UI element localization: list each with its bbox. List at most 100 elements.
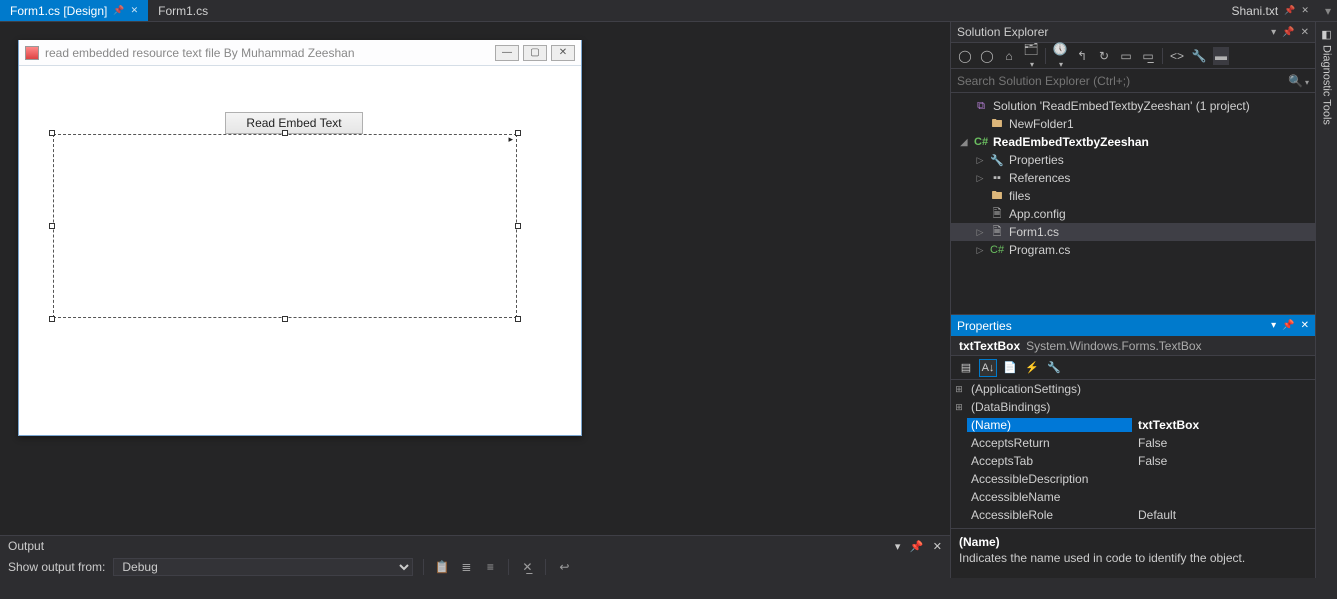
minimize-icon[interactable]: — bbox=[495, 45, 519, 61]
pending-icon[interactable]: 🕔▾ bbox=[1052, 42, 1068, 70]
tree-node[interactable]: 🗎App.config bbox=[951, 205, 1315, 223]
property-value[interactable]: txtTextBox bbox=[1132, 418, 1315, 432]
resize-handle[interactable] bbox=[49, 316, 55, 322]
collapse-icon[interactable]: ▭ bbox=[1118, 49, 1134, 63]
diagnostic-tools-tab[interactable]: Diagnostic Tools bbox=[1321, 45, 1333, 125]
close-icon[interactable]: ✕ bbox=[933, 541, 942, 553]
resize-handle[interactable] bbox=[49, 130, 55, 136]
tree-node[interactable]: ▷🗎Form1.cs bbox=[951, 223, 1315, 241]
sync-icon[interactable]: 🗂▾ bbox=[1023, 42, 1039, 70]
property-pages-icon[interactable]: 📄 bbox=[1001, 359, 1019, 377]
property-row[interactable]: AcceptsTabFalse bbox=[951, 452, 1315, 470]
wrap-icon[interactable]: ↩ bbox=[556, 560, 572, 574]
dropdown-icon[interactable]: ▾ bbox=[1271, 27, 1276, 38]
property-row[interactable]: (Name)txtTextBox bbox=[951, 416, 1315, 434]
categorized-icon[interactable]: ▤ bbox=[957, 359, 975, 377]
textbox-selection[interactable]: ▸ bbox=[49, 130, 521, 322]
tree-node[interactable]: ◢C#ReadEmbedTextbyZeeshan bbox=[951, 133, 1315, 151]
property-row[interactable]: ⊞(DataBindings) bbox=[951, 398, 1315, 416]
node-label: Program.cs bbox=[1009, 243, 1070, 257]
property-row[interactable]: ⊞(ApplicationSettings) bbox=[951, 380, 1315, 398]
property-value[interactable]: Default bbox=[1132, 508, 1315, 522]
pin-icon[interactable]: 📌 bbox=[1282, 27, 1294, 38]
properties-object-selector[interactable]: txtTextBox System.Windows.Forms.TextBox bbox=[951, 336, 1315, 356]
right-tool-strip: ◧ Diagnostic Tools bbox=[1315, 22, 1337, 578]
output-source-select[interactable]: Debug bbox=[113, 558, 413, 576]
expand-icon[interactable]: ▷ bbox=[975, 227, 985, 238]
tree-node[interactable]: ▷🔧Properties bbox=[951, 151, 1315, 169]
tree-node[interactable]: ▷▪▪References bbox=[951, 169, 1315, 187]
resize-handle[interactable] bbox=[49, 223, 55, 229]
cfg-icon: 🗎 bbox=[990, 223, 1004, 242]
home-icon[interactable]: ⌂ bbox=[1001, 49, 1017, 63]
properties-icon[interactable]: 🔧 bbox=[1191, 49, 1207, 63]
search-icon[interactable]: 🔍▾ bbox=[1288, 74, 1309, 88]
tree-node[interactable]: 🖿NewFolder1 bbox=[951, 115, 1315, 133]
alphabetical-icon[interactable]: A↓ bbox=[979, 359, 997, 377]
solution-tree[interactable]: ⧉Solution 'ReadEmbedTextbyZeeshan' (1 pr… bbox=[951, 93, 1315, 314]
solution-search[interactable]: 🔍▾ bbox=[951, 69, 1315, 93]
properties-grid[interactable]: ⊞(ApplicationSettings)⊞(DataBindings)(Na… bbox=[951, 380, 1315, 528]
next-icon[interactable]: ≡ bbox=[482, 560, 498, 574]
maximize-icon[interactable]: ▢ bbox=[523, 45, 547, 61]
find-icon[interactable]: 📋 bbox=[434, 560, 450, 574]
prev-icon[interactable]: ≣ bbox=[458, 560, 474, 574]
close-icon[interactable]: ✕ bbox=[131, 5, 139, 16]
tab-form-code[interactable]: Form1.cs bbox=[148, 0, 218, 21]
clear-icon[interactable]: ✕̲ bbox=[519, 560, 535, 574]
reload-icon[interactable]: ↻ bbox=[1096, 49, 1112, 63]
property-name: (Name) bbox=[967, 418, 1132, 432]
back-icon[interactable]: ◯ bbox=[957, 49, 973, 63]
close-icon[interactable]: ✕ bbox=[551, 45, 575, 61]
resize-handle[interactable] bbox=[515, 316, 521, 322]
wrench-icon[interactable]: 🔧 bbox=[1045, 359, 1063, 377]
property-row[interactable]: AccessibleDescription bbox=[951, 470, 1315, 488]
forward-icon[interactable]: ◯ bbox=[979, 49, 995, 63]
dropdown-icon[interactable]: ▾ bbox=[1271, 320, 1276, 331]
expand-icon[interactable]: ◢ bbox=[959, 137, 969, 148]
expand-icon[interactable]: ▷ bbox=[975, 155, 985, 166]
expand-icon[interactable]: ⊞ bbox=[951, 402, 967, 413]
events-icon[interactable]: ⚡ bbox=[1023, 359, 1041, 377]
resize-handle[interactable] bbox=[515, 223, 521, 229]
resize-handle[interactable] bbox=[282, 130, 288, 136]
property-value[interactable]: False bbox=[1132, 454, 1315, 468]
textbox-control[interactable] bbox=[53, 134, 517, 318]
resize-handle[interactable] bbox=[282, 316, 288, 322]
close-icon[interactable]: ✕ bbox=[1301, 320, 1309, 331]
pin-icon[interactable]: 📌 bbox=[910, 541, 924, 553]
refresh-icon[interactable]: ↰ bbox=[1074, 49, 1090, 63]
pin-icon[interactable]: 📌 bbox=[1284, 5, 1295, 16]
output-title: Output bbox=[8, 539, 889, 553]
preview-icon[interactable]: ▬ bbox=[1213, 47, 1229, 65]
sol-icon: ⧉ bbox=[974, 100, 988, 113]
tab-form-design[interactable]: Form1.cs [Design] 📌 ✕ bbox=[0, 0, 148, 21]
tab-shani[interactable]: Shani.txt 📌 ✕ bbox=[1222, 0, 1319, 21]
code-icon[interactable]: <> bbox=[1169, 49, 1185, 63]
property-row[interactable]: AcceptsReturnFalse bbox=[951, 434, 1315, 452]
close-icon[interactable]: ✕ bbox=[1301, 5, 1309, 16]
winform-title-text: read embedded resource text file By Muha… bbox=[45, 46, 489, 60]
ref-icon: ▪▪ bbox=[990, 172, 1004, 184]
pin-icon[interactable]: 📌 bbox=[1282, 320, 1294, 331]
pin-icon[interactable]: 📌 bbox=[113, 5, 124, 16]
expand-icon[interactable]: ▷ bbox=[975, 245, 985, 256]
search-input[interactable] bbox=[957, 74, 1288, 88]
tree-node[interactable]: 🖿files bbox=[951, 187, 1315, 205]
resize-handle[interactable] bbox=[515, 130, 521, 136]
winform-preview[interactable]: read embedded resource text file By Muha… bbox=[18, 40, 582, 436]
expand-icon[interactable]: ▷ bbox=[975, 173, 985, 184]
close-icon[interactable]: ✕ bbox=[1301, 27, 1309, 38]
property-value[interactable]: False bbox=[1132, 436, 1315, 450]
property-row[interactable]: AccessibleName bbox=[951, 488, 1315, 506]
expand-icon[interactable]: ⊞ bbox=[951, 384, 967, 395]
diagnostics-icon[interactable]: ◧ bbox=[1321, 28, 1331, 41]
tree-node[interactable]: ⧉Solution 'ReadEmbedTextbyZeeshan' (1 pr… bbox=[951, 97, 1315, 115]
tree-node[interactable]: ▷C#Program.cs bbox=[951, 241, 1315, 259]
showall-icon[interactable]: ▭̲ bbox=[1140, 49, 1156, 63]
form-designer[interactable]: read embedded resource text file By Muha… bbox=[0, 22, 950, 535]
property-row[interactable]: AccessibleRoleDefault bbox=[951, 506, 1315, 524]
tab-overflow-icon[interactable]: ▾ bbox=[1319, 4, 1337, 18]
dropdown-icon[interactable]: ▾ bbox=[895, 541, 901, 553]
smart-tag-icon[interactable]: ▸ bbox=[508, 134, 513, 145]
